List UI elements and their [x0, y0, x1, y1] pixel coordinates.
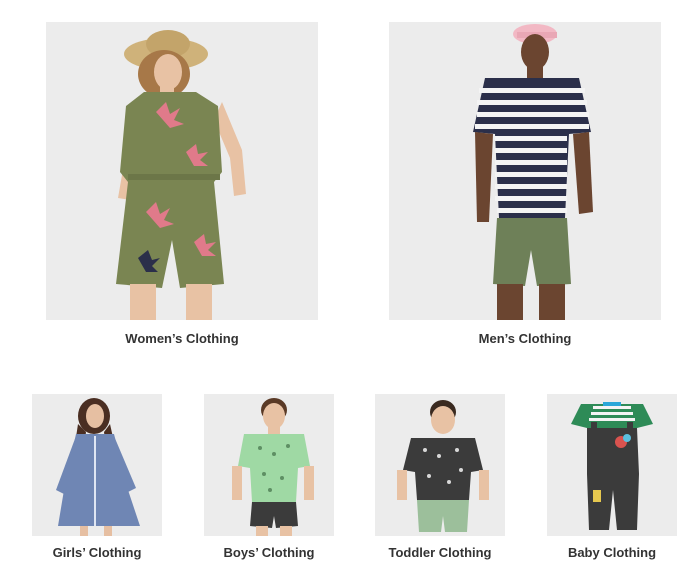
boy-model-photo[interactable]: [204, 394, 334, 536]
category-tile-womens-clothing[interactable]: Women’s Clothing: [46, 22, 318, 352]
category-label[interactable]: Men’s Clothing: [389, 331, 661, 346]
category-label[interactable]: Women’s Clothing: [46, 331, 318, 346]
category-label[interactable]: Toddler Clothing: [375, 545, 505, 560]
men-model-photo[interactable]: [389, 22, 661, 320]
women-model-photo[interactable]: [46, 22, 318, 320]
girl-model-photo[interactable]: [32, 394, 162, 536]
category-tile-boys-clothing[interactable]: Boys’ Clothing: [204, 394, 334, 569]
category-label[interactable]: Girls’ Clothing: [32, 545, 162, 560]
category-label[interactable]: Baby Clothing: [547, 545, 677, 560]
baby-overalls-photo[interactable]: [547, 394, 677, 536]
toddler-model-photo[interactable]: [375, 394, 505, 536]
category-tile-toddler-clothing[interactable]: Toddler Clothing: [375, 394, 505, 569]
category-tile-baby-clothing[interactable]: Baby Clothing: [547, 394, 677, 569]
category-label[interactable]: Boys’ Clothing: [204, 545, 334, 560]
category-tile-girls-clothing[interactable]: Girls’ Clothing: [32, 394, 162, 569]
category-tile-mens-clothing[interactable]: Men’s Clothing: [389, 22, 661, 352]
